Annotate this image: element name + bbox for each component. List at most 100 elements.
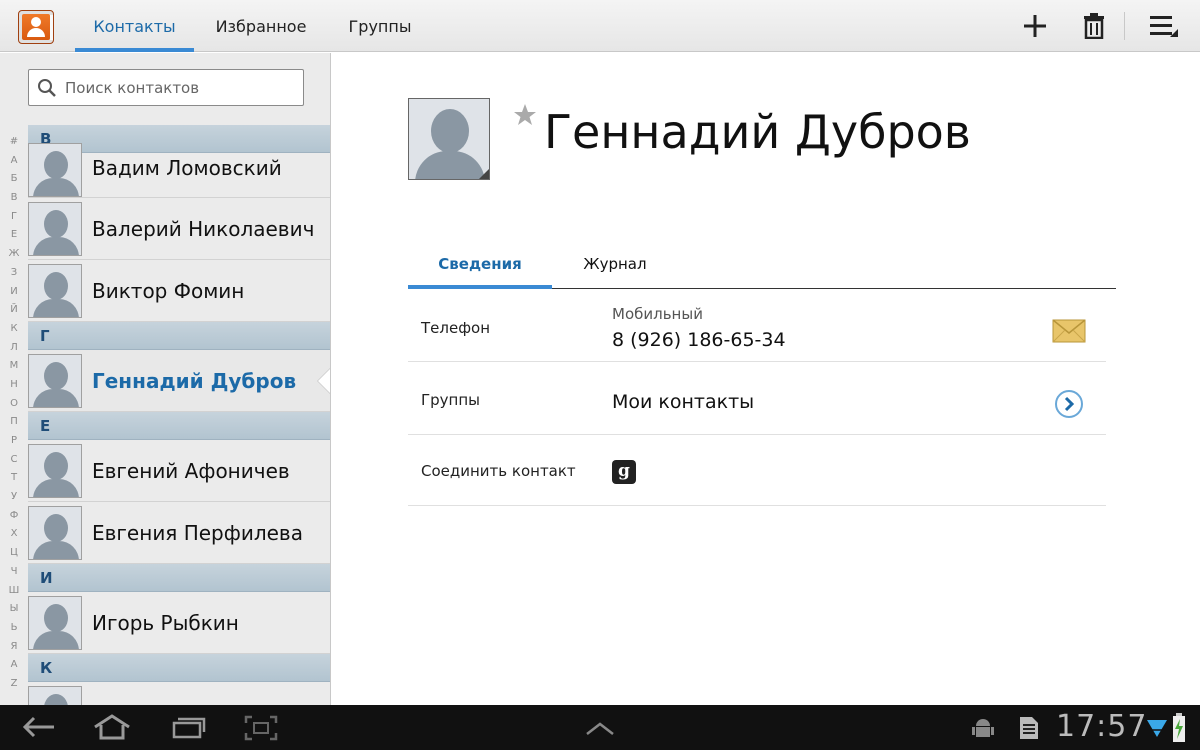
contact-row[interactable]: Вадим Ломовский — [28, 143, 330, 198]
index-letter[interactable]: О — [0, 395, 28, 414]
notification-document-icon — [1020, 717, 1038, 739]
index-letter[interactable]: Ц — [0, 544, 28, 563]
home-icon[interactable] — [92, 713, 132, 741]
contact-row[interactable]: Евгений Афоничев — [28, 440, 330, 502]
contact-name: Евгения Перфилева — [92, 521, 303, 545]
avatar — [28, 354, 82, 408]
join-contact-row[interactable]: Соединить контакт g — [408, 436, 1106, 506]
contact-row[interactable]: Игорь Рыбкин — [28, 592, 330, 654]
contact-row[interactable]: Евгения Перфилева — [28, 502, 330, 564]
add-icon — [1024, 15, 1046, 37]
recent-apps-icon[interactable] — [172, 715, 206, 739]
index-letter[interactable]: Z — [0, 675, 28, 694]
index-letter[interactable]: Ш — [0, 582, 28, 601]
index-letter[interactable]: Я — [0, 638, 28, 657]
contact-title: Геннадий Дубров — [544, 105, 971, 159]
groups-row[interactable]: Группы Мои контакты — [408, 363, 1106, 435]
contact-name: Игорь Рыбкин — [92, 611, 239, 635]
contact-row[interactable]: Виктор Фомин — [28, 260, 330, 322]
tab-groups[interactable]: Группы — [335, 0, 425, 52]
index-letter[interactable]: Г — [0, 208, 28, 227]
index-letter[interactable]: А — [0, 152, 28, 171]
avatar — [28, 506, 82, 560]
add-contact-button[interactable] — [1010, 0, 1058, 52]
index-letter[interactable]: # — [0, 133, 28, 152]
overflow-menu-button[interactable] — [1138, 0, 1186, 52]
index-letter[interactable]: Ь — [0, 619, 28, 638]
envelope-icon[interactable] — [1052, 319, 1086, 343]
phone-label: Телефон — [421, 319, 491, 337]
avatar — [28, 264, 82, 318]
contact-name: Виктор Фомин — [92, 279, 245, 303]
avatar — [28, 444, 82, 498]
index-letter[interactable]: Л — [0, 339, 28, 358]
index-letter[interactable]: Ф — [0, 507, 28, 526]
avatar — [28, 596, 82, 650]
index-letter[interactable]: Ы — [0, 600, 28, 619]
favorite-star-icon[interactable] — [513, 103, 537, 127]
index-letter[interactable]: Е — [0, 226, 28, 245]
contact-row-selected[interactable]: Геннадий Дубров — [28, 350, 330, 412]
contact-row[interactable]: Валерий Николаевич — [28, 198, 330, 260]
menu-icon — [1150, 16, 1178, 37]
join-label: Соединить контакт — [421, 462, 576, 480]
wifi-icon — [1147, 720, 1167, 737]
google-icon[interactable]: g — [612, 460, 636, 484]
index-letter[interactable]: И — [0, 283, 28, 302]
index-letter[interactable]: А — [0, 656, 28, 675]
index-letter[interactable]: Х — [0, 525, 28, 544]
index-letter[interactable]: Ж — [0, 245, 28, 264]
index-letter[interactable]: Н — [0, 376, 28, 395]
section-header: К — [28, 654, 330, 682]
index-letter[interactable]: Р — [0, 432, 28, 451]
index-letter[interactable]: С — [0, 451, 28, 470]
index-letter[interactable]: У — [0, 488, 28, 507]
clock[interactable]: 17:57 — [1056, 709, 1147, 744]
index-letter[interactable]: К — [0, 320, 28, 339]
chevron-up-icon[interactable] — [584, 721, 616, 737]
contact-list-panel: # А Б В Г Е Ж З И Й К Л М Н О П Р С Т У … — [0, 53, 331, 705]
contact-name: Валерий Николаевич — [92, 217, 315, 241]
section-header: Е — [28, 412, 330, 440]
index-letter[interactable]: П — [0, 413, 28, 432]
search-input[interactable] — [65, 76, 295, 100]
index-letter[interactable]: Ч — [0, 563, 28, 582]
contact-name: Евгений Афоничев — [92, 459, 290, 483]
phone-type: Мобильный — [612, 305, 703, 323]
contact-detail-panel: Геннадий Дубров Сведения Журнал Телефон … — [332, 53, 1200, 705]
tab-log[interactable]: Журнал — [572, 241, 658, 288]
index-letter[interactable]: З — [0, 264, 28, 283]
avatar — [28, 202, 82, 256]
index-letter[interactable]: Й — [0, 301, 28, 320]
action-separator — [1124, 12, 1125, 40]
detail-tabs: Сведения Журнал — [408, 241, 1116, 289]
android-debug-icon — [972, 719, 994, 737]
screenshot-icon[interactable] — [244, 715, 278, 741]
contact-list: В Вадим Ломовский Валерий Николаевич Вик… — [28, 125, 330, 705]
delete-icon — [1084, 13, 1104, 39]
tab-info[interactable]: Сведения — [408, 241, 552, 289]
contact-row[interactable]: К — [28, 682, 330, 705]
phone-row[interactable]: Телефон Мобильный 8 (926) 186-65-34 — [408, 290, 1106, 362]
contact-name: Вадим Ломовский — [92, 156, 282, 180]
search-icon — [38, 79, 56, 97]
chevron-right-icon[interactable] — [1054, 389, 1084, 419]
index-letter[interactable]: В — [0, 189, 28, 208]
index-letter[interactable]: Т — [0, 469, 28, 488]
tab-contacts[interactable]: Контакты — [75, 0, 194, 52]
delete-contact-button[interactable] — [1070, 0, 1118, 52]
search-box[interactable] — [28, 69, 304, 106]
contact-name: Геннадий Дубров — [92, 369, 297, 393]
phone-number[interactable]: 8 (926) 186-65-34 — [612, 329, 786, 351]
back-icon[interactable] — [22, 715, 56, 739]
tab-favorites[interactable]: Избранное — [206, 0, 316, 52]
section-header: И — [28, 564, 330, 592]
contact-photo[interactable] — [408, 98, 490, 180]
alphabet-index[interactable]: # А Б В Г Е Ж З И Й К Л М Н О П Р С Т У … — [0, 133, 28, 694]
contacts-app-icon[interactable] — [18, 10, 54, 44]
avatar — [28, 143, 82, 197]
action-bar: Контакты Избранное Группы — [0, 0, 1200, 52]
index-letter[interactable]: М — [0, 357, 28, 376]
battery-icon — [1173, 713, 1185, 742]
index-letter[interactable]: Б — [0, 170, 28, 189]
